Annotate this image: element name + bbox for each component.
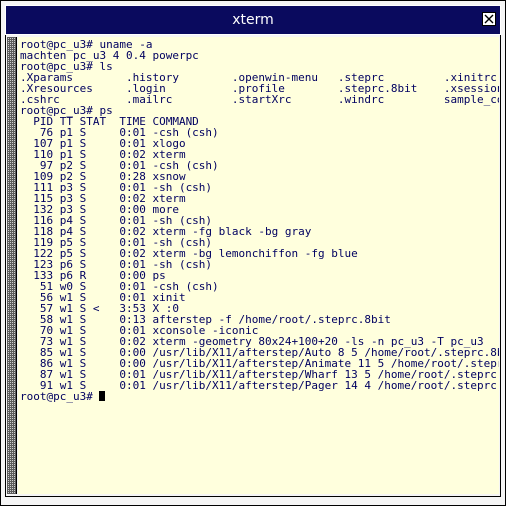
xterm-window: xterm root@pc_u3# uname -a machten pc_u3 … bbox=[0, 0, 506, 506]
terminal-cursor bbox=[99, 391, 106, 401]
close-button[interactable] bbox=[482, 12, 496, 26]
terminal-lines: root@pc_u3# uname -a machten pc_u3 4 0.4 … bbox=[20, 39, 499, 391]
scrollbar-thumb[interactable] bbox=[7, 37, 16, 494]
close-icon bbox=[483, 13, 495, 25]
terminal-prompt-line: root@pc_u3# bbox=[20, 391, 499, 402]
scrollbar[interactable] bbox=[7, 37, 17, 494]
terminal-output: root@pc_u3# uname -a machten pc_u3 4 0.4 … bbox=[18, 37, 499, 402]
window-title: xterm bbox=[232, 12, 274, 28]
terminal-area[interactable]: root@pc_u3# uname -a machten pc_u3 4 0.4 … bbox=[18, 37, 499, 494]
terminal-prompt: root@pc_u3# bbox=[20, 390, 100, 403]
title-bar[interactable]: xterm bbox=[5, 5, 501, 35]
